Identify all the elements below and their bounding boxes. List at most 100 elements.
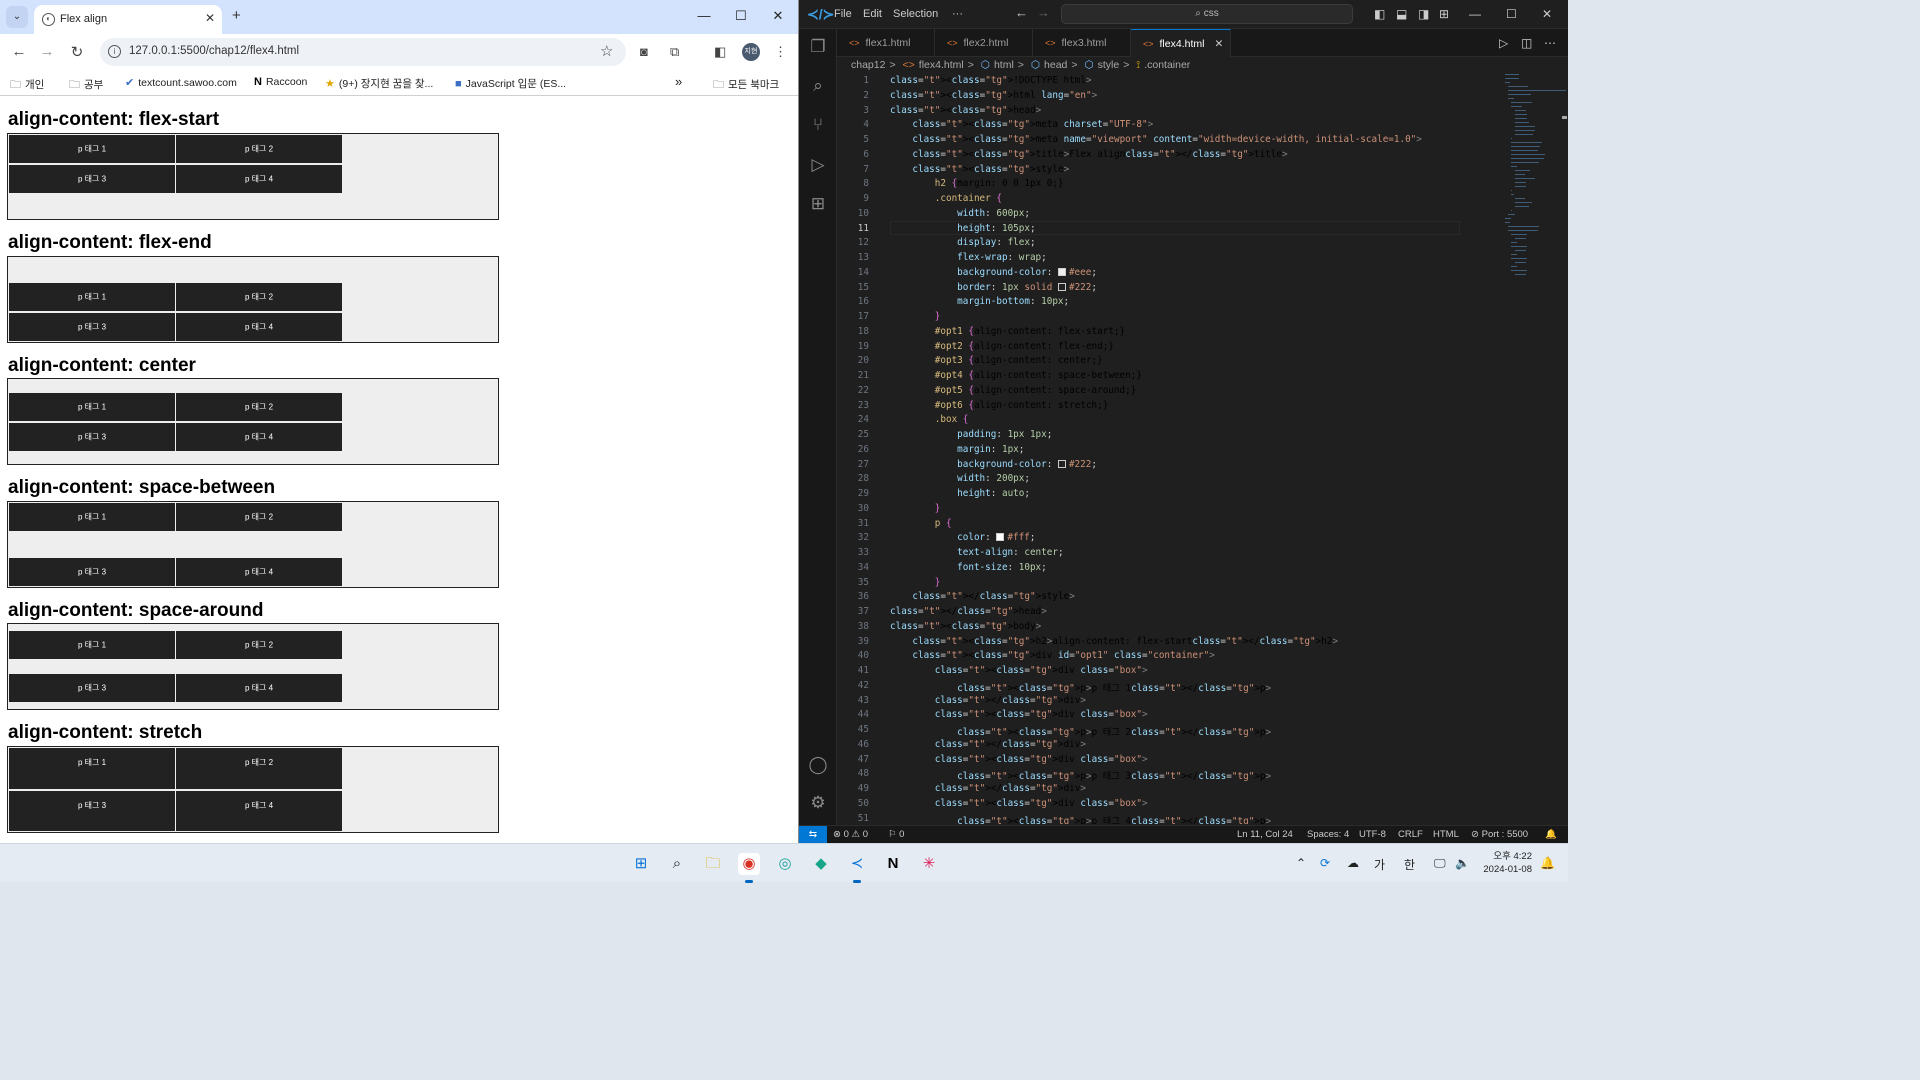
menu-edit[interactable]: Edit <box>863 8 882 20</box>
all-bookmarks[interactable]: 🗀 모든 북마크 <box>713 76 779 95</box>
code-line[interactable]: class="t"><class="tg">p>p 태그 2class="t">… <box>890 724 1271 738</box>
back-icon[interactable]: ← <box>10 43 28 60</box>
edge-icon[interactable]: ◎ <box>774 853 796 875</box>
code-line[interactable]: class="t"></class="tg">head> <box>890 606 1047 617</box>
menu-file[interactable]: File <box>834 8 852 20</box>
bookmark-item[interactable]: 🗀 개인 <box>10 76 44 95</box>
breadcrumb-item[interactable]: .container <box>1144 59 1190 71</box>
editor-tab[interactable]: <> flex2.html <box>935 29 1033 57</box>
bookmark-item[interactable]: ■ JavaScript 입문 (ES... <box>455 76 566 91</box>
code-line[interactable]: background-color: #eee; <box>890 267 1097 278</box>
code-line[interactable]: } <box>890 577 941 588</box>
reload-icon[interactable]: ↻ <box>68 43 86 61</box>
browser-tab[interactable]: ◐ Flex align ✕ <box>34 5 222 34</box>
sync-icon[interactable]: ⟳ <box>1320 856 1330 870</box>
code-line[interactable]: class="t"><class="tg">div class="box"> <box>890 709 1148 720</box>
menu-more[interactable]: ··· <box>952 8 963 20</box>
url-text[interactable]: 127.0.0.1:5500/chap12/flex4.html <box>129 45 299 57</box>
windows-start-icon[interactable]: ⊞ <box>630 853 652 875</box>
code-line[interactable]: border: 1px solid #222; <box>890 282 1097 293</box>
profile-avatar[interactable]: 지현 <box>742 43 760 61</box>
bookmark-star-icon[interactable]: ☆ <box>600 42 613 60</box>
camera-icon[interactable]: ◙ <box>640 44 648 59</box>
source-control-icon[interactable]: ⑂ <box>808 115 828 135</box>
chrome-menu-icon[interactable]: ⋮ <box>774 44 787 60</box>
code-line[interactable]: #opt6 {align-content: stretch;} <box>890 400 1109 411</box>
extensions-icon[interactable]: ⧉ <box>670 44 679 60</box>
vscode-icon[interactable]: ≺ <box>846 853 868 883</box>
code-line[interactable]: class="t"></class="tg">style> <box>890 591 1074 602</box>
code-line[interactable]: height: auto; <box>890 488 1030 499</box>
minimize-icon[interactable]: — <box>694 8 714 23</box>
nav-forward-icon[interactable]: → <box>1037 5 1050 20</box>
close-tab-icon[interactable]: ✕ <box>1214 38 1223 50</box>
code-line[interactable]: class="t"><class="tg">body> <box>890 621 1041 632</box>
minimap[interactable] <box>1505 74 1567 294</box>
site-info-icon[interactable]: i <box>108 45 121 58</box>
code-line[interactable]: .box { <box>890 414 969 425</box>
menu-selection[interactable]: Selection <box>893 8 938 20</box>
line-ending[interactable]: CRLF <box>1398 829 1423 840</box>
forward-icon[interactable]: → <box>38 43 56 60</box>
code-line[interactable]: flex-wrap: wrap; <box>890 252 1047 263</box>
code-line[interactable]: width: 200px; <box>890 473 1030 484</box>
code-line[interactable]: height: 105px; <box>890 223 1035 234</box>
code-line[interactable]: class="t"><class="tg">head> <box>890 105 1041 116</box>
code-line[interactable]: class="t"><class="tg">title>Flex aligncl… <box>890 149 1287 160</box>
split-editor-icon[interactable]: ◫ <box>1521 36 1532 50</box>
nav-back-icon[interactable]: ← <box>1015 5 1028 20</box>
scrollbar-marker[interactable] <box>1562 116 1567 119</box>
more-actions-icon[interactable]: ⋯ <box>1544 36 1556 50</box>
code-line[interactable]: #opt3 {align-content: center;} <box>890 355 1103 366</box>
address-bar[interactable]: i 127.0.0.1:5500/chap12/flex4.html ☆ <box>100 38 626 66</box>
copilot-icon[interactable]: ◆ <box>810 853 832 875</box>
code-line[interactable]: class="t"><class="tg">meta name="viewpor… <box>890 134 1422 145</box>
code-line[interactable]: margin: 1px; <box>890 444 1024 455</box>
code-line[interactable]: class="t"><class="tg">h2>align-content: … <box>890 636 1338 647</box>
code-line[interactable]: } <box>890 311 941 322</box>
breadcrumb-item[interactable]: flex4.html <box>919 59 964 71</box>
code-line[interactable]: class="t"><class="tg">div class="box"> <box>890 665 1148 676</box>
side-panel-icon[interactable]: ◧ <box>714 44 726 60</box>
customize-layout-icon[interactable]: ⊞ <box>1439 7 1449 21</box>
minimize-icon[interactable]: — <box>1469 7 1481 21</box>
language-mode[interactable]: HTML <box>1433 829 1459 840</box>
code-line[interactable]: class="t"><class="tg">style> <box>890 164 1069 175</box>
toggle-panel-icon[interactable]: ⬓ <box>1396 7 1407 21</box>
code-line[interactable]: h2 {margin: 0 0 1px 0;} <box>890 178 1064 189</box>
tab-search-icon[interactable]: ⌄ <box>6 6 28 28</box>
search-icon[interactable]: ⌕ <box>808 76 828 96</box>
remote-indicator-icon[interactable]: ⇆ <box>799 826 827 843</box>
code-line[interactable]: display: flex; <box>890 237 1035 248</box>
code-line[interactable]: class="t"><class="tg">meta charset="UTF-… <box>890 119 1153 130</box>
toggle-secondary-sidebar-icon[interactable]: ◨ <box>1418 7 1429 21</box>
bookmark-item[interactable]: ★ (9+) 장지현 꿈을 찾... <box>325 76 433 91</box>
breadcrumb-item[interactable]: head <box>1044 59 1067 71</box>
code-line[interactable]: width: 600px; <box>890 208 1030 219</box>
editor-tab[interactable]: <> flex3.html <box>1033 29 1131 57</box>
code-line[interactable]: class="t"></class="tg">div> <box>890 739 1086 750</box>
code-line[interactable]: class="t"><class="tg">div class="box"> <box>890 798 1148 809</box>
editor-tab[interactable]: <> flex1.html <box>837 29 935 57</box>
code-line[interactable]: class="t"><class="tg">p>p 태그 1class="t">… <box>890 680 1271 694</box>
ports-indicator[interactable]: ⚐ 0 <box>888 829 904 840</box>
bookmarks-overflow[interactable]: » <box>675 74 682 89</box>
slack-icon[interactable]: ✳ <box>918 853 940 875</box>
breadcrumb-item[interactable]: style <box>1098 59 1120 71</box>
extensions-icon[interactable]: ⊞ <box>808 194 828 214</box>
code-line[interactable]: class="t"><class="tg">div id="opt1" clas… <box>890 650 1214 661</box>
run-icon[interactable]: ▷ <box>1499 36 1508 50</box>
command-center-search[interactable]: ⌕ css <box>1061 4 1353 24</box>
settings-gear-icon[interactable]: ⚙ <box>808 793 828 813</box>
code-line[interactable]: background-color: #222; <box>890 459 1097 470</box>
new-tab-button[interactable]: + <box>232 7 241 24</box>
run-debug-icon[interactable]: ▷ <box>808 155 828 175</box>
cursor-position[interactable]: Ln 11, Col 24 <box>1237 829 1293 840</box>
code-line[interactable]: text-align: center; <box>890 547 1063 558</box>
toggle-sidebar-icon[interactable]: ◧ <box>1374 7 1385 21</box>
breadcrumb-item[interactable]: chap12 <box>851 59 885 71</box>
code-line[interactable]: p { <box>890 518 952 529</box>
code-line[interactable]: class="t"><class="tg">!DOCTYPE html> <box>890 75 1092 86</box>
accounts-icon[interactable]: ◯ <box>808 755 828 775</box>
notion-icon[interactable]: N <box>882 853 904 875</box>
